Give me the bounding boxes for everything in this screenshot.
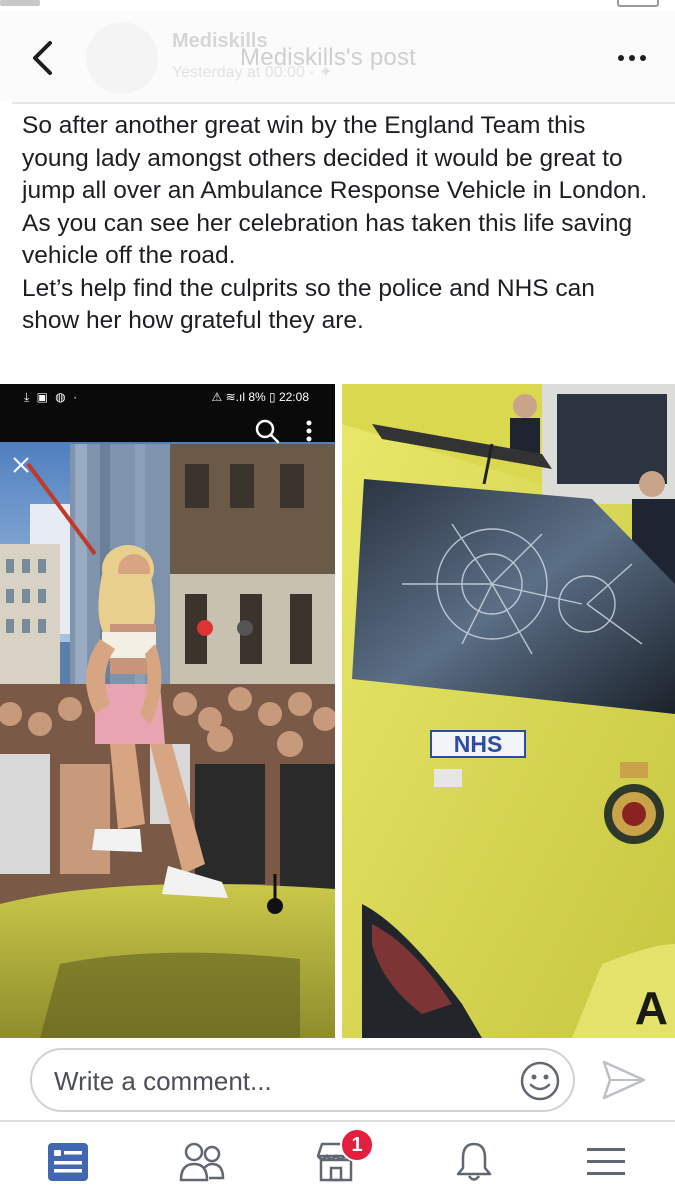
post-paragraph: Let’s help find the culprits so the poli… [22,274,595,335]
emoji-icon[interactable] [519,1060,561,1102]
embedded-status-left: ⤓ ▣ ◍ · [24,390,80,404]
search-icon [255,419,280,444]
back-button[interactable] [22,36,62,80]
more-options-button[interactable] [611,38,653,78]
photo-grid: ⤓ ▣ ◍ · ⚠ ≋.ıl 8% ▯ 22:08 NHS A [0,384,675,1038]
comment-composer: Write a comment... [0,1038,675,1120]
dot-icon [629,55,635,61]
chevron-left-icon [33,41,52,75]
close-icon [13,457,29,473]
post-header: Mediskills Yesterday at 00:00 · ✦ Medisk… [0,10,675,102]
kebab-menu-icon [306,420,312,442]
status-bar [0,0,675,10]
menu-icon [587,1148,625,1175]
comment-input[interactable]: Write a comment... [30,1048,575,1112]
tab-menu[interactable] [576,1134,636,1190]
page-title: Mediskills's post [240,44,417,71]
tab-notifications[interactable] [444,1134,504,1190]
nhs-hood-text: NHS [454,731,503,757]
dot-icon [618,55,624,61]
embedded-phone-status: ⤓ ▣ ◍ · ⚠ ≋.ıl 8% ▯ 22:08 [0,384,335,444]
header-divider [12,102,675,104]
vehicle-marking-text: A [635,982,668,1034]
post-paragraph: As you can see her celebration has taken… [22,209,633,270]
friends-icon [179,1142,225,1182]
dot-icon [640,55,646,61]
post-paragraph: So after another great win by the Englan… [22,112,648,204]
bottom-tab-bar: 1 [0,1120,675,1200]
embedded-status-right: ⚠ ≋.ıl 8% ▯ 22:08 [211,390,309,404]
post-body: So after another great win by the Englan… [22,110,652,338]
news-feed-icon [48,1143,88,1181]
avatar [86,22,158,94]
send-icon[interactable] [600,1058,648,1102]
notification-badge: 1 [340,1128,374,1162]
photo-crowd-on-car[interactable]: ⤓ ▣ ◍ · ⚠ ≋.ıl 8% ▯ 22:08 [0,384,335,1038]
tab-news-feed[interactable] [38,1134,98,1190]
comment-placeholder: Write a comment... [54,1066,272,1096]
photo-damaged-ambulance[interactable]: NHS A [342,384,675,1038]
signal-icon [0,0,40,6]
tab-friends[interactable] [172,1134,232,1190]
bell-icon [456,1142,492,1181]
battery-icon [617,0,659,7]
